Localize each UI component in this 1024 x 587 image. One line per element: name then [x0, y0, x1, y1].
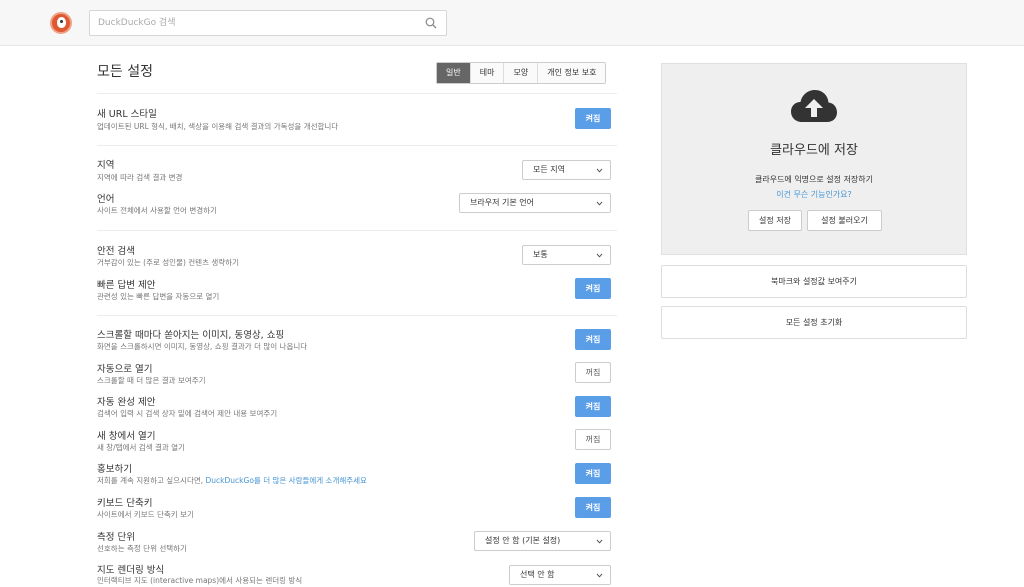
region-select-value: 모든 지역 — [533, 165, 565, 174]
new-window-desc: 새 창/탭에서 검색 결과 열기 — [97, 443, 185, 452]
chevron-down-icon — [596, 573, 603, 578]
cloud-upload-icon — [791, 90, 837, 122]
cloud-save-panel: 클라우드에 저장 클라우드에 익명으로 설정 저장하기 이건 무슨 기능인가요?… — [661, 63, 967, 255]
maps-title: 지도 렌더링 방식 — [97, 565, 165, 576]
keyboard-title: 키보드 단축키 — [97, 498, 153, 509]
safe-search-desc: 거부감이 있는 (주로 성인물) 컨텐츠 생략하기 — [97, 258, 239, 267]
autosuggest-desc: 검색어 입력 시 검색 상자 밑에 검색어 제안 내용 보여주기 — [97, 409, 278, 418]
infinite-scroll-media-toggle[interactable]: 켜짐 — [575, 329, 611, 350]
search-box[interactable] — [89, 10, 447, 36]
tab-theme[interactable]: 테마 — [469, 63, 504, 83]
save-settings-button[interactable]: 설정 저장 — [748, 210, 802, 231]
url-style-title: 새 URL 스타일 — [97, 109, 157, 120]
url-style-desc: 업데이트된 URL 형식, 배치, 색상을 이용해 검색 결과의 가독성을 개선… — [97, 122, 339, 131]
show-bookmarklet-button[interactable]: 북마크와 설정값 보여주기 — [661, 265, 967, 298]
region-desc: 지역에 따라 검색 결과 변경 — [97, 173, 183, 182]
auto-load-title: 자동으로 열기 — [97, 364, 153, 375]
maps-select[interactable]: 선택 안 함 — [509, 565, 611, 585]
maps-select-value: 선택 안 함 — [520, 570, 555, 579]
cloud-info-link[interactable]: 이건 무슨 기능인가요? — [662, 189, 966, 200]
chevron-down-icon — [596, 539, 603, 544]
tab-appearance[interactable]: 모양 — [503, 63, 538, 83]
language-select-value: 브라우저 기본 언어 — [470, 198, 534, 207]
region-select[interactable]: 모든 지역 — [522, 160, 611, 180]
settings-tabs: 일반 테마 모양 개인 정보 보호 — [436, 62, 607, 84]
infinite-scroll-media-desc: 화면을 스크롤하시면 이미지, 동영상, 쇼핑 결과가 더 많이 나옵니다 — [97, 342, 308, 351]
auto-load-toggle[interactable]: 꺼짐 — [575, 362, 611, 383]
chevron-down-icon — [596, 168, 603, 173]
chevron-down-icon — [596, 201, 603, 206]
maps-desc: 인터랙티브 지도 (interactive maps)에서 사용되는 렌더링 방… — [97, 576, 303, 585]
cloud-desc: 클라우드에 익명으로 설정 저장하기 — [754, 175, 874, 184]
units-select-value: 설정 안 함 (기본 설정) — [485, 536, 561, 545]
page-title: 모든 설정 — [97, 64, 153, 80]
language-select[interactable]: 브라우저 기본 언어 — [459, 193, 611, 213]
url-style-toggle[interactable]: 켜짐 — [575, 108, 611, 129]
cloud-title: 클라우드에 저장 — [770, 143, 858, 158]
language-desc: 사이트 전체에서 사용할 언어 변경하기 — [97, 206, 217, 215]
units-desc: 선호하는 측정 단위 선택하기 — [97, 544, 187, 553]
new-window-title: 새 창에서 열기 — [97, 431, 156, 442]
divider — [97, 93, 617, 94]
reset-settings-button[interactable]: 모든 설정 초기화 — [661, 306, 967, 339]
autosuggest-title: 자동 완성 제안 — [97, 397, 156, 408]
new-window-toggle[interactable]: 꺼짐 — [575, 429, 611, 450]
divider — [97, 230, 617, 231]
promotion-desc-text: 저희를 계속 지원하고 싶으시다면, — [97, 476, 206, 485]
infinite-scroll-media-title: 스크롤할 때마다 쏟아지는 이미지, 동영상, 쇼핑 — [97, 330, 285, 341]
units-select[interactable]: 설정 안 함 (기본 설정) — [474, 531, 611, 551]
auto-load-desc: 스크롤할 때 더 많은 결과 보여주기 — [97, 376, 206, 385]
language-title: 언어 — [97, 194, 115, 205]
autosuggest-toggle[interactable]: 켜짐 — [575, 396, 611, 417]
promotion-toggle[interactable]: 켜짐 — [575, 463, 611, 484]
promotion-link[interactable]: DuckDuckGo를 더 많은 사람들에게 소개해주세요 — [206, 476, 367, 485]
units-title: 측정 단위 — [97, 532, 135, 543]
duckduckgo-logo-icon[interactable] — [50, 12, 72, 34]
divider — [97, 315, 617, 316]
region-title: 지역 — [97, 160, 115, 171]
keyboard-desc: 사이트에서 키보드 단축키 보기 — [97, 510, 194, 519]
search-input[interactable] — [90, 11, 410, 35]
search-icon[interactable] — [425, 17, 437, 29]
promotion-title: 홍보하기 — [97, 464, 132, 475]
tab-general[interactable]: 일반 — [437, 63, 470, 83]
promotion-desc: 저희를 계속 지원하고 싶으시다면, DuckDuckGo를 더 많은 사람들에… — [97, 475, 367, 486]
instant-answers-toggle[interactable]: 켜짐 — [575, 278, 611, 299]
tab-privacy[interactable]: 개인 정보 보호 — [537, 63, 606, 83]
safe-search-select-value: 보통 — [533, 250, 548, 259]
safe-search-title: 안전 검색 — [97, 246, 135, 257]
top-bar — [0, 0, 1024, 46]
instant-answers-desc: 관련성 있는 빠른 답변을 자동으로 열기 — [97, 292, 220, 301]
instant-answers-title: 빠른 답변 제안 — [97, 280, 156, 291]
chevron-down-icon — [596, 253, 603, 258]
safe-search-select[interactable]: 보통 — [522, 245, 611, 265]
keyboard-toggle[interactable]: 켜짐 — [575, 497, 611, 518]
divider — [97, 145, 617, 146]
load-settings-button[interactable]: 설정 불러오기 — [807, 210, 882, 231]
